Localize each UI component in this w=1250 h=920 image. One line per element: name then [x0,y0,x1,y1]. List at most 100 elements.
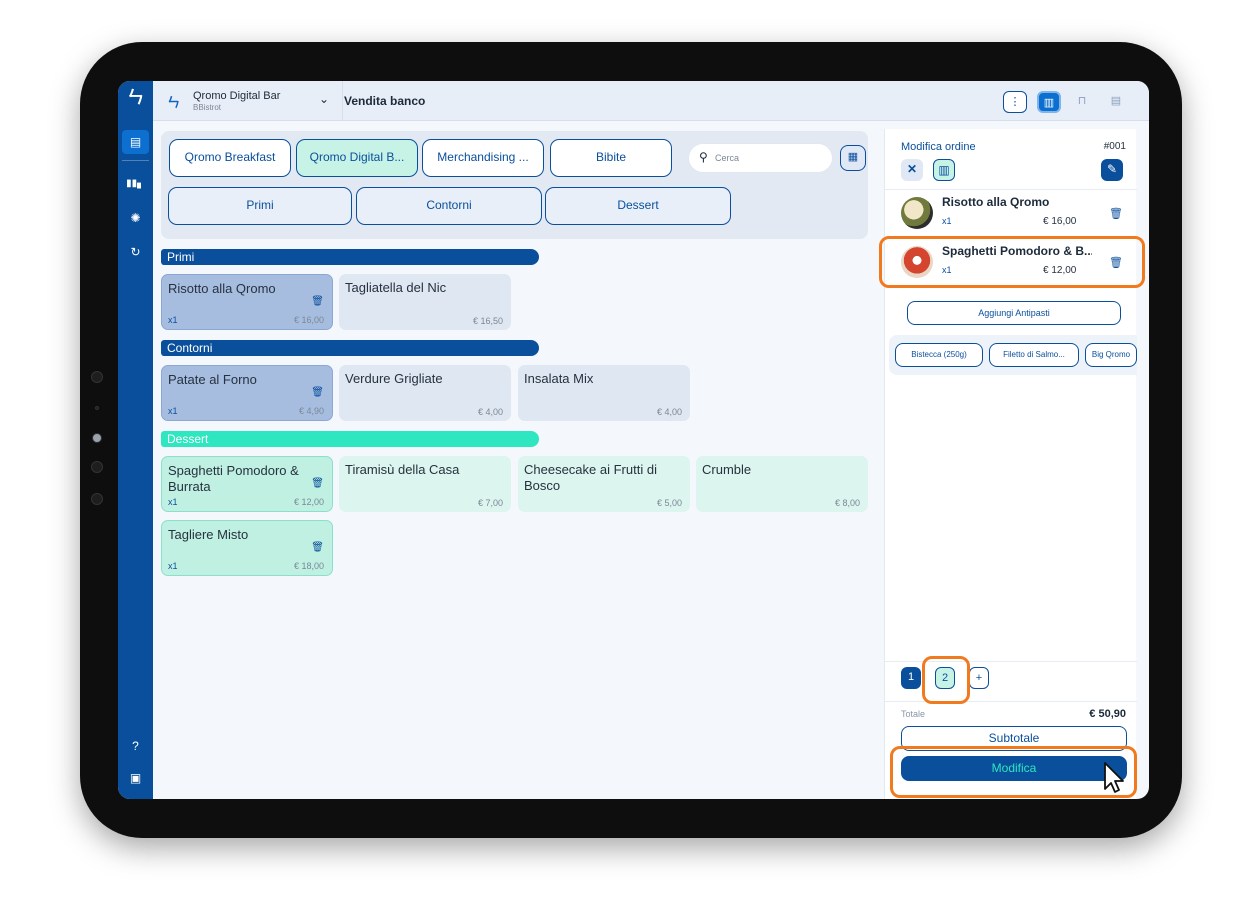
app-screen: ㄣ ▤ ▮▮▖ ✺ ↻ ? ▣ ㄣ Qromo Digital Bar BBis… [118,81,1149,799]
product-price: € 16,00 [293,315,324,325]
page-button[interactable]: 1 [901,667,921,689]
total-value: € 50,90 [1089,708,1126,720]
order-number: #001 [1103,141,1126,152]
store-selector[interactable]: ㄣ Qromo Digital Bar BBistrot ⌄ [153,81,343,121]
product-price: € 4,90 [298,406,324,416]
subcategory-tab[interactable]: Dessert [545,187,731,225]
divider [885,189,1137,190]
monitor-icon[interactable]: ▣ [118,767,153,789]
product-card[interactable]: Cheesecake ai Frutti di Bosco € 5,00 [518,456,690,512]
subcategory-tab[interactable]: Contorni [356,187,542,225]
product-price: € 5,00 [656,498,682,508]
chevron-down-icon[interactable]: ⌄ [319,92,329,106]
order-title: Modifica ordine [901,141,976,153]
calculator-icon[interactable]: ▦ [840,145,866,171]
close-icon[interactable]: ✕ [901,159,923,181]
sidebar-divider [122,160,149,161]
divider [885,701,1137,702]
suggestion-chip[interactable]: Filetto di Salmo... [989,343,1079,367]
product-card[interactable]: Tagliere Misto 🗑 x1 € 18,00 [161,520,333,576]
product-price: € 16,50 [472,316,503,326]
sync-icon[interactable]: ↻ [118,241,153,263]
order-line[interactable]: Risotto alla Qromo x1 € 16,00 🗑 [895,191,1131,235]
total-label: Totale [901,709,926,719]
sensor-dot [91,493,103,505]
help-icon[interactable]: ? [118,735,153,757]
order-item-qty: x1 [942,216,952,226]
edit-icon[interactable]: ✎ [1101,159,1123,181]
search-icon: ⚲ [699,150,708,164]
product-name: Verdure Grigliate [345,371,443,386]
product-card[interactable]: Tiramisù della Casa € 7,00 [339,456,511,512]
logo-icon: ㄣ [167,95,181,110]
trash-icon[interactable]: 🗑 [311,478,324,489]
order-item-price: € 16,00 [1043,216,1077,227]
product-name: Tagliere Misto [168,527,249,542]
trash-icon[interactable]: 🗑 [1109,207,1123,220]
product-card[interactable]: Risotto alla Qromo 🗑 x1 € 16,00 [161,274,333,330]
product-name: Insalata Mix [524,371,594,386]
product-qty: x1 [168,561,178,571]
product-qty: x1 [168,406,178,416]
product-qty: x1 [168,497,178,507]
top-bar: ㄣ Qromo Digital Bar BBistrot ⌄ Vendita b… [153,81,1149,121]
dish-image [901,197,933,229]
sidebar: ㄣ ▤ ▮▮▖ ✺ ↻ ? ▣ [118,81,153,799]
product-qty: x1 [168,315,178,325]
sensor-dot [91,461,103,473]
product-name: Crumble [702,462,752,477]
add-page-button[interactable]: + [969,667,989,689]
store-subtitle: BBistrot [193,103,222,112]
product-card[interactable]: Verdure Grigliate € 4,00 [339,365,511,421]
book-icon[interactable]: ▥ [933,159,955,181]
suggestion-chip[interactable]: Bistecca (250g) [895,343,983,367]
product-name: Tiramisù della Casa [345,462,460,477]
product-card[interactable]: Crumble € 8,00 [696,456,868,512]
trash-icon[interactable]: 🗑 [311,296,324,307]
section-header-dessert: Dessert [161,431,539,447]
camera-lens [92,433,102,443]
chart-icon[interactable]: ▮▮▖ [118,173,153,195]
section-header-primi: Primi [161,249,539,265]
subcategory-tab[interactable]: Primi [168,187,352,225]
settings-icon[interactable]: ✺ [118,207,153,229]
order-panel: Modifica ordine #001 ✕ ▥ ✎ Risotto alla … [884,129,1137,799]
product-price: € 18,00 [293,561,324,571]
search-input[interactable]: ⚲ Cerca [688,143,833,173]
product-price: € 4,00 [656,407,682,417]
product-name: Tagliatella del Nic [345,280,447,295]
product-card[interactable]: Insalata Mix € 4,00 [518,365,690,421]
category-tab[interactable]: Bibite [550,139,672,177]
product-card[interactable]: Patate al Forno 🗑 x1 € 4,90 [161,365,333,421]
category-tab-selected[interactable]: Qromo Digital B... [296,139,418,177]
product-price: € 12,00 [293,497,324,507]
category-tab[interactable]: Qromo Breakfast [169,139,291,177]
product-name: Patate al Forno [168,372,257,387]
document-icon[interactable]: ▤ [1104,91,1128,113]
highlight-order-line [879,236,1145,288]
store-name: Qromo Digital Bar [193,90,281,102]
section-header-contorni: Contorni [161,340,539,356]
product-card[interactable]: Spaghetti Pomodoro & Burrata 🗑 x1 € 12,0… [161,456,333,512]
logo-icon[interactable]: ㄣ [118,87,153,109]
product-card[interactable]: Tagliatella del Nic € 16,50 [339,274,511,330]
trash-icon[interactable]: 🗑 [311,542,324,553]
more-icon[interactable]: ⋮ [1003,91,1027,113]
sensor-dot [95,406,99,410]
category-tab[interactable]: Merchandising ... [422,139,544,177]
suggestion-chip[interactable]: Big Qromo [1085,343,1137,367]
book-icon[interactable]: ▥ [1037,91,1061,113]
product-price: € 4,00 [477,407,503,417]
product-name: Cheesecake ai Frutti di Bosco [524,462,657,493]
add-antipasti-button[interactable]: Aggiungi Antipasti [907,301,1121,325]
table-icon[interactable]: ⊓ [1070,91,1094,113]
camera-dot [91,371,103,383]
product-price: € 8,00 [834,498,860,508]
highlight-modify-button [890,746,1137,798]
trash-icon[interactable]: 🗑 [311,387,324,398]
page-title: Vendita banco [344,94,426,108]
search-placeholder: Cerca [715,153,740,163]
highlight-page-button [922,656,970,704]
order-item-name: Risotto alla Qromo [942,195,1050,209]
receipt-icon[interactable]: ▤ [118,131,153,153]
